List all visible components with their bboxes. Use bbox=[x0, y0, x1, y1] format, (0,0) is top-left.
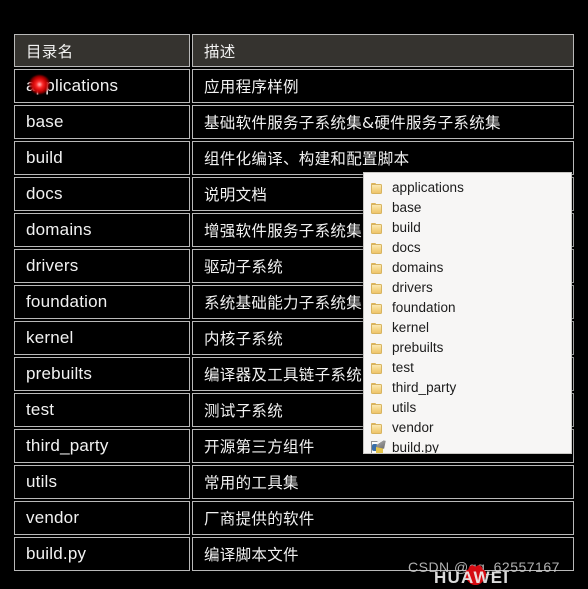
file-name: base bbox=[392, 200, 422, 216]
folder-icon bbox=[371, 262, 385, 275]
list-item[interactable]: docs bbox=[364, 238, 571, 258]
cell-directory-name: drivers bbox=[14, 249, 190, 283]
file-name: docs bbox=[392, 240, 421, 256]
cell-directory-name: build bbox=[14, 141, 190, 175]
cell-directory-name: kernel bbox=[14, 321, 190, 355]
folder-icon bbox=[371, 362, 385, 375]
cell-directory-name: third_party bbox=[14, 429, 190, 463]
list-item[interactable]: build.py bbox=[364, 438, 571, 454]
cell-description: 厂商提供的软件 bbox=[192, 501, 574, 535]
folder-icon bbox=[371, 382, 385, 395]
cell-directory-name: applications bbox=[14, 69, 190, 103]
folder-icon bbox=[371, 282, 385, 295]
cell-directory-name: docs bbox=[14, 177, 190, 211]
folder-icon bbox=[371, 182, 385, 195]
column-header-description: 描述 bbox=[192, 34, 574, 67]
file-name: foundation bbox=[392, 300, 456, 316]
table-row: vendor 厂商提供的软件 bbox=[14, 501, 574, 535]
list-item[interactable]: drivers bbox=[364, 278, 571, 298]
folder-icon bbox=[371, 402, 385, 415]
cell-directory-name: utils bbox=[14, 465, 190, 499]
table-row: applications 应用程序样例 bbox=[14, 69, 574, 103]
cell-description: 常用的工具集 bbox=[192, 465, 574, 499]
table-header-row: 目录名 描述 bbox=[14, 34, 574, 67]
folder-icon bbox=[371, 202, 385, 215]
cell-directory-name: vendor bbox=[14, 501, 190, 535]
table-row: build 组件化编译、构建和配置脚本 bbox=[14, 141, 574, 175]
folder-icon bbox=[371, 302, 385, 315]
file-name: vendor bbox=[392, 420, 434, 436]
list-item[interactable]: prebuilts bbox=[364, 338, 571, 358]
screenshot-root: 目录名 描述 applications 应用程序样例 base 基础软件服务子系… bbox=[0, 0, 588, 589]
table-row: utils 常用的工具集 bbox=[14, 465, 574, 499]
python-file-icon bbox=[371, 439, 386, 453]
cell-description: 编译脚本文件 bbox=[192, 537, 574, 571]
file-name: utils bbox=[392, 400, 417, 416]
file-name: build bbox=[392, 220, 421, 236]
list-item[interactable]: test bbox=[364, 358, 571, 378]
cell-description: 组件化编译、构建和配置脚本 bbox=[192, 141, 574, 175]
file-name: drivers bbox=[392, 280, 433, 296]
file-name: applications bbox=[392, 180, 464, 196]
file-name: domains bbox=[392, 260, 444, 276]
cell-directory-name: foundation bbox=[14, 285, 190, 319]
list-item[interactable]: kernel bbox=[364, 318, 571, 338]
folder-icon bbox=[371, 242, 385, 255]
list-item[interactable]: applications bbox=[364, 178, 571, 198]
folder-icon bbox=[371, 422, 385, 435]
folder-icon bbox=[371, 342, 385, 355]
cell-directory-name: test bbox=[14, 393, 190, 427]
cell-description: 基础软件服务子系统集&硬件服务子系统集 bbox=[192, 105, 574, 139]
table-row: base 基础软件服务子系统集&硬件服务子系统集 bbox=[14, 105, 574, 139]
file-name: prebuilts bbox=[392, 340, 444, 356]
list-item[interactable]: vendor bbox=[364, 418, 571, 438]
file-name: third_party bbox=[392, 380, 457, 396]
file-name: test bbox=[392, 360, 414, 376]
table-row: build.py 编译脚本文件 bbox=[14, 537, 574, 571]
list-item[interactable]: domains bbox=[364, 258, 571, 278]
cell-description: 应用程序样例 bbox=[192, 69, 574, 103]
file-explorer-overlay: applications base build docs domains dri… bbox=[363, 172, 572, 454]
list-item[interactable]: base bbox=[364, 198, 571, 218]
file-name: kernel bbox=[392, 320, 430, 336]
cell-directory-name: build.py bbox=[14, 537, 190, 571]
list-item[interactable]: third_party bbox=[364, 378, 571, 398]
cell-directory-name: base bbox=[14, 105, 190, 139]
column-header-name: 目录名 bbox=[14, 34, 190, 67]
list-item[interactable]: utils bbox=[364, 398, 571, 418]
list-item[interactable]: foundation bbox=[364, 298, 571, 318]
folder-icon bbox=[371, 322, 385, 335]
list-item[interactable]: build bbox=[364, 218, 571, 238]
file-name: build.py bbox=[392, 440, 439, 454]
cell-directory-name: domains bbox=[14, 213, 190, 247]
folder-icon bbox=[371, 222, 385, 235]
cell-directory-name: prebuilts bbox=[14, 357, 190, 391]
